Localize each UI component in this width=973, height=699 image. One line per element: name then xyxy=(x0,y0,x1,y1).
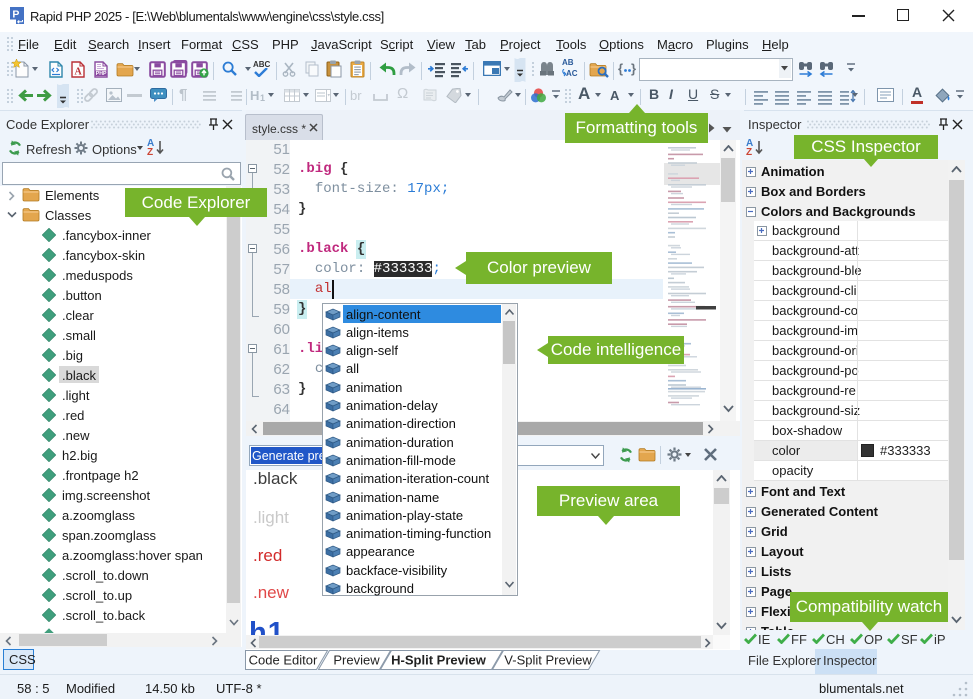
svg-text:A: A xyxy=(75,67,83,78)
svg-text:Code Editor: Code Editor xyxy=(249,653,318,668)
svg-text:P: P xyxy=(12,9,19,21)
svg-text:V-Split Preview: V-Split Preview xyxy=(504,653,592,668)
svg-text:H-Split Preview: H-Split Preview xyxy=(391,653,487,668)
svg-text:Preview: Preview xyxy=(333,653,380,668)
svg-text:PHP: PHP xyxy=(96,71,107,77)
